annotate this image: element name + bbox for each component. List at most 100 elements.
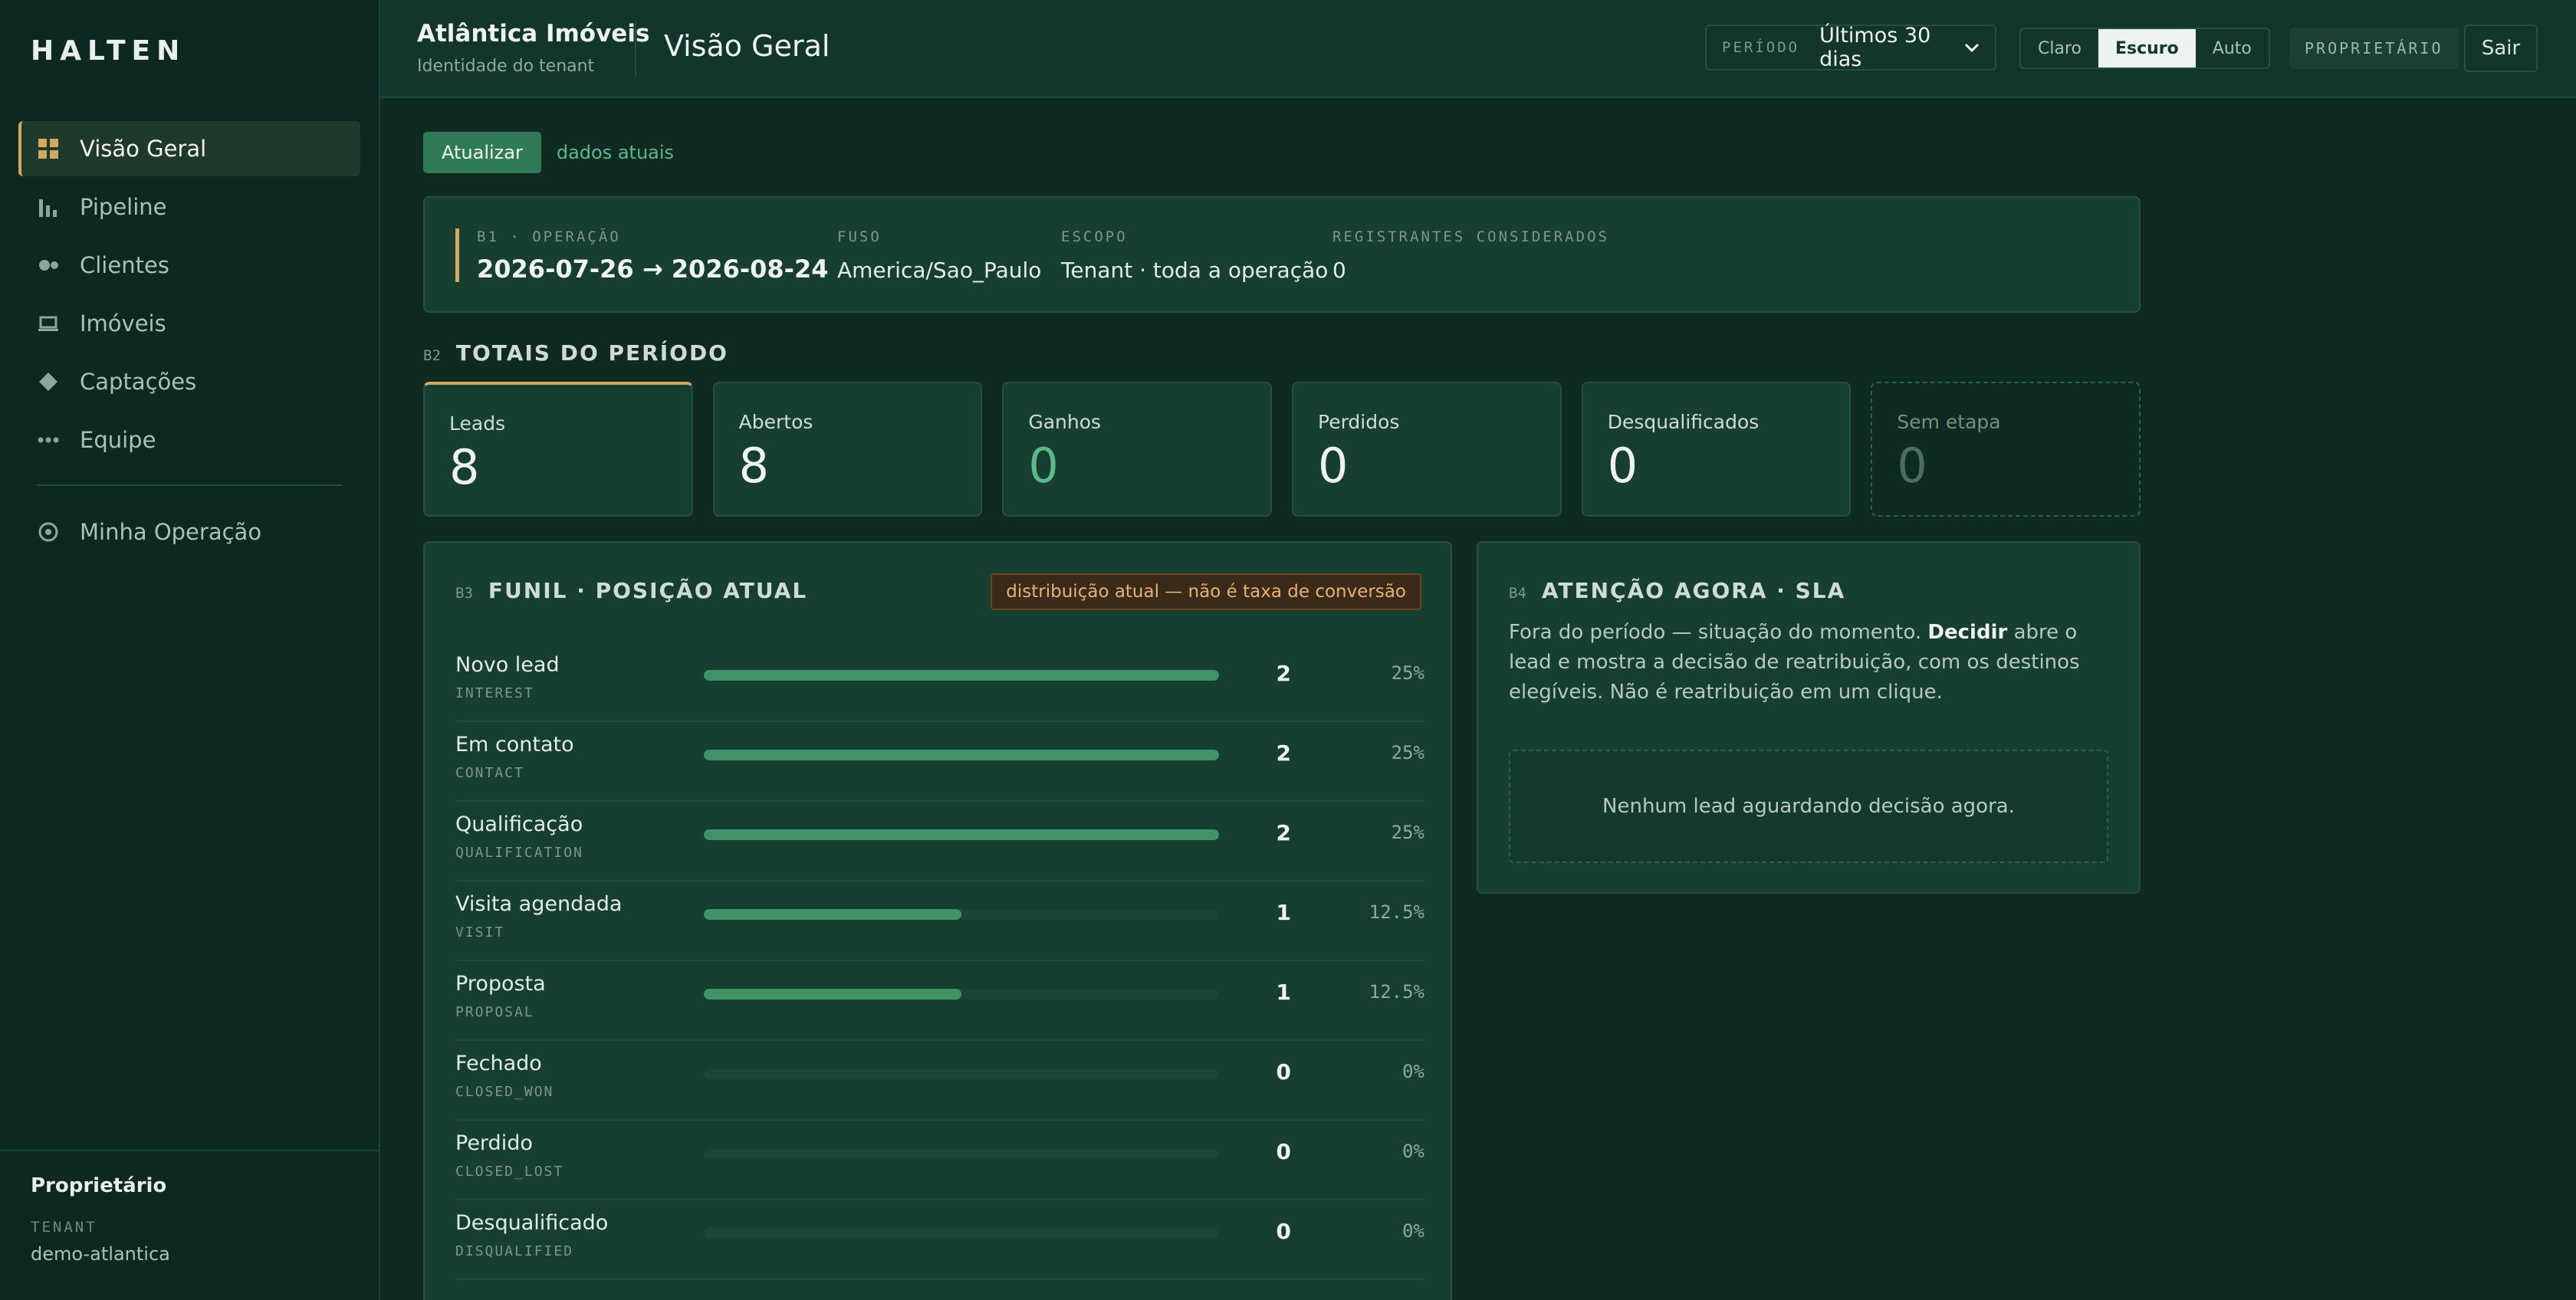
stage-bar-track	[704, 989, 1219, 1000]
funnel-header: B3 FUNIL · POSIÇÃO ATUAL	[455, 578, 807, 603]
timezone-value: America/Sao_Paulo	[837, 258, 1042, 283]
operation-summary: B1 · OPERAÇÃO 2026-07-26 → 2026-08-24 FU…	[423, 196, 2141, 313]
stage-bar-track	[704, 1069, 1219, 1079]
stage-percent: 0%	[1402, 1061, 1424, 1082]
sidebar-item-pipeline[interactable]: Pipeline	[18, 179, 360, 235]
timezone-block: FUSO America/Sao_Paulo	[837, 228, 1041, 283]
stage-code: CLOSED_WON	[455, 1084, 554, 1100]
theme-auto-button[interactable]: Auto	[2196, 29, 2269, 67]
sidebar-item-clientes[interactable]: Clientes	[18, 238, 360, 293]
stage-count: 1	[1276, 980, 1291, 1005]
brand-logo[interactable]: HALTEN	[31, 35, 186, 67]
refresh-row: Atualizar dados atuais	[423, 132, 674, 173]
topbar-divider	[635, 21, 636, 77]
stat-card-ganhos[interactable]: Ganhos 0	[1002, 382, 1273, 517]
stage-code: VISIT	[455, 924, 505, 941]
stage-percent: 25%	[1391, 662, 1424, 684]
stage-name: Perdido	[455, 1131, 533, 1155]
scope-value: Tenant · toda a operação	[1061, 258, 1329, 283]
stat-card-abertos[interactable]: Abertos 8	[712, 382, 983, 517]
stage-bar-track	[704, 829, 1219, 840]
funnel-stage-list: Novo lead INTEREST 2 25% Em contato CONTACT 2 2…	[455, 642, 1424, 1280]
sidebar-item-label: Clientes	[80, 252, 169, 278]
theme-claro-button[interactable]: Claro	[2021, 29, 2098, 67]
grid-icon	[37, 137, 60, 160]
refresh-button[interactable]: Atualizar	[423, 132, 541, 173]
stage-percent: 25%	[1391, 742, 1424, 763]
sidebar-item-equipe[interactable]: Equipe	[18, 412, 360, 468]
sla-empty-state: Nenhum lead aguardando decisão agora.	[1509, 750, 2108, 863]
registrants-label: REGISTRANTES CONSIDERADOS	[1332, 228, 1609, 245]
diamond-icon	[37, 370, 60, 393]
stage-count: 2	[1276, 661, 1291, 686]
funnel-stage-row[interactable]: Perdido CLOSED_LOST 0 0%	[455, 1121, 1424, 1200]
laptop-icon	[37, 312, 60, 335]
stage-count: 1	[1276, 900, 1291, 925]
funnel-panel: B3 FUNIL · POSIÇÃO ATUAL distribuição at…	[423, 541, 1452, 1300]
stage-code: QUALIFICATION	[455, 845, 583, 861]
stat-value: 0	[1607, 438, 1638, 494]
logout-button[interactable]: Sair	[2464, 25, 2538, 72]
stage-percent: 0%	[1402, 1141, 1424, 1162]
sla-code: B4	[1509, 585, 1526, 602]
bar-chart-icon	[37, 195, 60, 218]
user-role: Proprietário	[31, 1174, 167, 1197]
totals-header: B2 TOTAIS DO PERÍODO	[423, 340, 728, 366]
sidebar-item-imoveis[interactable]: Imóveis	[18, 296, 360, 351]
period-label: PERÍODO	[1722, 39, 1800, 56]
registrants-value: 0	[1332, 258, 1346, 283]
tenant-value: demo-atlantica	[31, 1243, 170, 1265]
accent-bar	[455, 228, 459, 282]
stage-name: Fechado	[455, 1052, 542, 1075]
org-subtitle: Identidade do tenant	[417, 57, 595, 76]
stage-percent: 25%	[1391, 822, 1424, 843]
stage-count: 0	[1276, 1219, 1291, 1244]
totals-title: TOTAIS DO PERÍODO	[455, 340, 728, 366]
stage-bar-track	[704, 670, 1219, 681]
sidebar-nav: Visão Geral Pipeline Clientes Imóveis Ca…	[18, 121, 360, 563]
sla-title: ATENÇÃO AGORA · SLA	[1541, 578, 1846, 603]
stat-label: Desqualificados	[1607, 411, 1760, 433]
stage-name: Em contato	[455, 733, 574, 757]
funnel-stage-row[interactable]: Visita agendada VISIT 1 12.5%	[455, 881, 1424, 961]
funnel-stage-row[interactable]: Novo lead INTEREST 2 25%	[455, 642, 1424, 722]
stage-bar-fill	[704, 989, 961, 1000]
timezone-label: FUSO	[837, 228, 882, 245]
stat-card-perdidos[interactable]: Perdidos 0	[1292, 382, 1562, 517]
target-icon	[37, 520, 60, 543]
funnel-stage-row[interactable]: Em contato CONTACT 2 25%	[455, 722, 1424, 802]
stage-name: Visita agendada	[455, 892, 623, 916]
funnel-stage-row[interactable]: Fechado CLOSED_WON 0 0%	[455, 1041, 1424, 1121]
stage-count: 2	[1276, 820, 1291, 845]
funnel-stage-row[interactable]: Desqualificado DISQUALIFIED 0 0%	[455, 1200, 1424, 1280]
sla-text-start: Fora do período — situação do momento.	[1509, 621, 1928, 644]
sidebar-item-visao-geral[interactable]: Visão Geral	[18, 121, 360, 176]
period-value: Últimos 30 dias	[1819, 24, 1931, 71]
period-select[interactable]: PERÍODO Últimos 30 dias	[1705, 24, 1996, 71]
stage-name: Novo lead	[455, 653, 560, 677]
registrants-block: REGISTRANTES CONSIDERADOS 0	[1332, 228, 1609, 283]
stat-label: Perdidos	[1318, 411, 1400, 433]
sidebar-item-label: Equipe	[80, 427, 156, 453]
period-range-block: B1 · OPERAÇÃO 2026-07-26 → 2026-08-24	[477, 228, 828, 284]
funnel-code: B3	[455, 585, 473, 602]
stage-code: CONTACT	[455, 765, 524, 781]
people-icon	[37, 254, 60, 277]
page-title: Visão Geral	[664, 29, 830, 63]
theme-escuro-button[interactable]: Escuro	[2098, 29, 2196, 67]
chevron-down-icon	[1964, 38, 1980, 57]
stat-card-leads[interactable]: Leads 8	[423, 382, 693, 517]
sidebar-item-minha-operacao[interactable]: Minha Operação	[18, 504, 360, 560]
funnel-stage-row[interactable]: Qualificação QUALIFICATION 2 25%	[455, 802, 1424, 881]
totals-code: B2	[423, 347, 441, 364]
funnel-note-badge: distribuição atual — não é taxa de conve…	[991, 573, 1421, 610]
stat-card-desqualificados[interactable]: Desqualificados 0	[1581, 382, 1852, 517]
sidebar-item-captacoes[interactable]: Captações	[18, 354, 360, 409]
funnel-stage-row[interactable]: Proposta PROPOSAL 1 12.5%	[455, 961, 1424, 1041]
stat-value: 8	[738, 438, 770, 494]
stat-value: 8	[449, 439, 480, 495]
sidebar-item-label: Pipeline	[80, 194, 167, 220]
tenant-label: TENANT	[31, 1219, 97, 1236]
stat-card-sem-etapa[interactable]: Sem etapa 0	[1871, 382, 2141, 517]
stat-value: 0	[1318, 438, 1349, 494]
